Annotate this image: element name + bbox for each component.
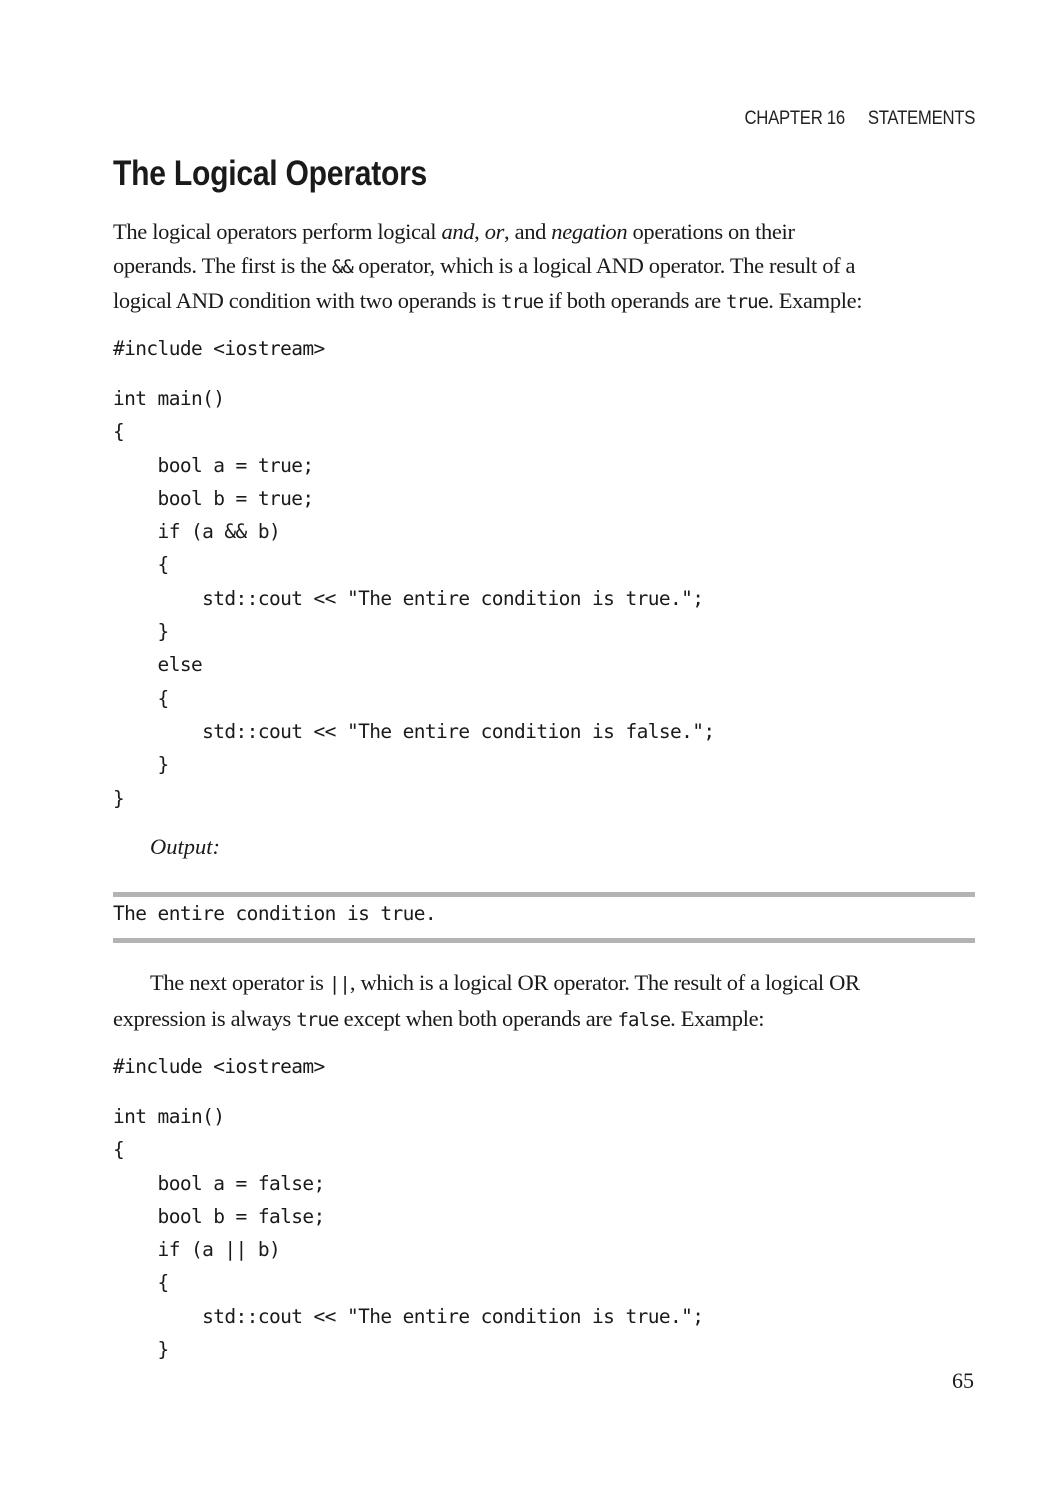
code-include-1: #include <iostream>: [113, 337, 325, 360]
text-run: expression is always: [113, 1005, 297, 1031]
emphasis-or: or: [484, 219, 505, 244]
text-run: logical AND condition with two operands …: [113, 288, 502, 313]
output-top-rule: [113, 892, 975, 897]
text-run: The next operator is: [150, 970, 329, 995]
text-run: The logical operators perform logical: [113, 219, 442, 244]
code-include-2: #include <iostream>: [113, 1055, 325, 1078]
output-label: Output:: [150, 834, 220, 859]
text-run: operator, which is a logical AND operato…: [352, 252, 856, 278]
inline-code-or-operator: ||: [328, 973, 351, 995]
or-paragraph: The next operator is ||, which is a logi…: [113, 966, 983, 1037]
text-run: . Example:: [670, 1005, 765, 1031]
text-run: , and: [504, 219, 552, 244]
inline-code-true: true: [726, 291, 769, 313]
running-head: CHAPTER 16 STATEMENTS: [744, 108, 975, 130]
inline-code-true: true: [296, 1008, 339, 1031]
section-heading: The Logical Operators: [113, 154, 428, 193]
output-text: The entire condition is true.: [113, 902, 437, 925]
emphasis-negation: negation: [551, 219, 628, 244]
running-head-section: STATEMENTS: [867, 108, 976, 129]
output-bottom-rule: [113, 938, 975, 943]
text-run: ,: [474, 219, 485, 244]
text-run: , which is a logical OR operator. The re…: [349, 970, 860, 995]
inline-code-and-operator: &&: [331, 255, 354, 278]
code-block-or-example: int main() { bool a = false; bool b = fa…: [113, 1105, 704, 1362]
text-run: operands. The first is the: [113, 252, 332, 278]
page-number: 65: [952, 1368, 974, 1393]
emphasis-and: and: [441, 219, 475, 244]
text-run: except when both operands are: [338, 1005, 618, 1031]
text-run: if both operands are: [543, 288, 727, 313]
text-run: . Example:: [768, 288, 863, 313]
inline-code-false: false: [617, 1008, 671, 1031]
code-block-and-example: int main() { bool a = true; bool b = tru…: [113, 387, 715, 810]
inline-code-true: true: [501, 291, 544, 313]
intro-paragraph: The logical operators perform logical an…: [113, 215, 983, 320]
text-run: operations on their: [627, 219, 795, 244]
running-head-chapter: CHAPTER 16: [744, 108, 845, 129]
